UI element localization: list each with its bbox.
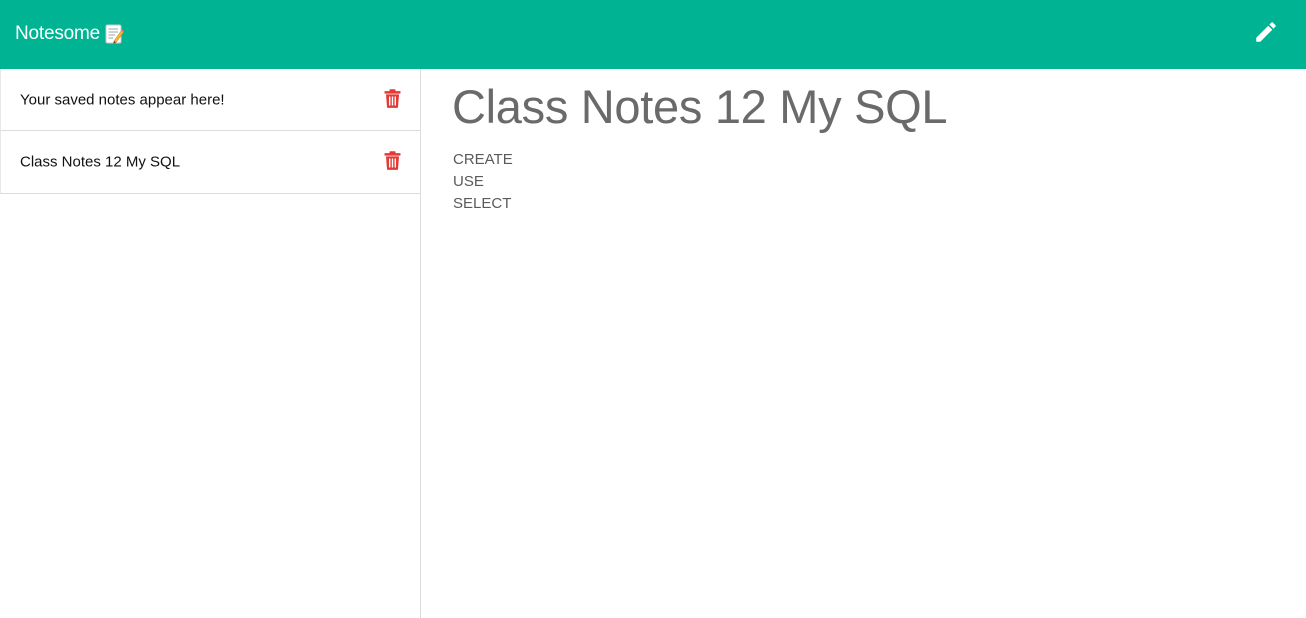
new-note-button[interactable] xyxy=(1251,19,1281,49)
brand[interactable]: Notesome xyxy=(15,21,125,47)
list-item[interactable]: Class Notes 12 My SQL xyxy=(0,131,420,194)
note-editor: Class Notes 12 My SQL CREATE USE SELECT xyxy=(421,69,1306,618)
note-line: USE xyxy=(453,173,484,190)
notes-sidebar: Your saved notes appear here! Class Note… xyxy=(0,69,421,618)
list-item-title[interactable]: Your saved notes appear here! xyxy=(20,91,225,108)
delete-note-button[interactable] xyxy=(384,88,401,108)
delete-note-button[interactable] xyxy=(384,151,401,170)
note-body-textarea[interactable]: CREATE USE SELECT xyxy=(453,149,513,215)
list-item-title[interactable]: Class Notes 12 My SQL xyxy=(20,154,180,171)
top-navbar: Notesome xyxy=(0,0,1306,69)
note-title-input[interactable]: Class Notes 12 My SQL xyxy=(452,79,948,134)
note-line: CREATE xyxy=(453,151,513,168)
memo-icon xyxy=(105,24,125,44)
trash-icon xyxy=(384,151,401,174)
note-line: SELECT xyxy=(453,195,512,212)
brand-title[interactable]: Notesome xyxy=(15,21,100,47)
pencil-icon xyxy=(1253,19,1279,50)
trash-icon xyxy=(384,88,401,111)
list-item[interactable]: Your saved notes appear here! xyxy=(0,69,420,131)
